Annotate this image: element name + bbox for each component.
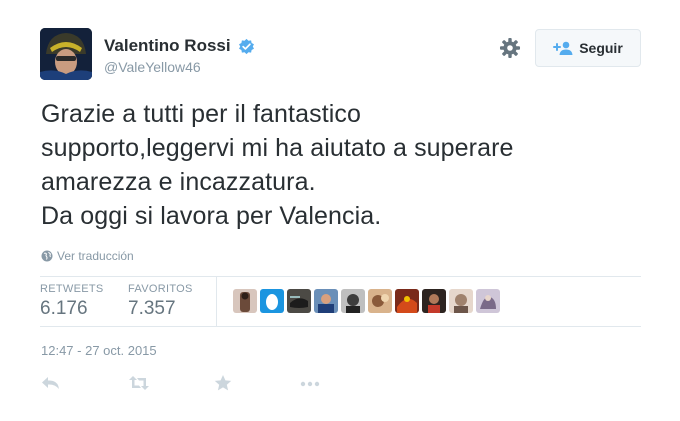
tweet-text-line: amarezza e incazzatura.	[41, 168, 316, 196]
tweet-text: Grazie a tutti per il fantastico support…	[41, 97, 661, 233]
favorite-button[interactable]	[212, 374, 234, 392]
favorites-label: FAVORITOS	[128, 283, 193, 295]
globe-icon	[41, 250, 53, 262]
favorites-stat[interactable]: FAVORITOS 7.357	[128, 283, 193, 320]
tweet-timestamp[interactable]: 12:47 - 27 oct. 2015	[41, 343, 157, 358]
tweet-text-line: Grazie a tutti per il fantastico	[41, 100, 362, 128]
avatar-image	[40, 28, 92, 80]
favoriter-avatar[interactable]	[287, 289, 311, 313]
user-name-block[interactable]: Valentino Rossi @ValeYellow46	[104, 36, 255, 75]
follow-button[interactable]: Seguir	[535, 29, 641, 67]
favoriter-avatar[interactable]	[233, 289, 257, 313]
stats-top-divider	[40, 276, 641, 277]
reply-button[interactable]	[40, 374, 62, 392]
translate-link[interactable]: Ver traducción	[41, 249, 134, 263]
favoriter-avatar[interactable]	[476, 289, 500, 313]
translate-label: Ver traducción	[57, 249, 134, 263]
verified-badge-icon	[239, 38, 255, 54]
follow-person-plus-icon	[553, 41, 573, 55]
more-dots-icon	[300, 381, 320, 387]
tweet-text-line: supporto,leggervi mi ha aiutato a supera…	[41, 134, 514, 162]
favoriter-avatar[interactable]	[314, 289, 338, 313]
display-name[interactable]: Valentino Rossi	[104, 36, 231, 56]
retweet-icon	[129, 376, 149, 390]
retweets-count: 6.176	[40, 298, 88, 319]
tweet-actions	[0, 374, 680, 394]
user-avatar[interactable]	[40, 28, 92, 80]
favoriter-avatar[interactable]	[395, 289, 419, 313]
favorited-by-avatars	[233, 289, 500, 313]
favoriter-avatar[interactable]	[341, 289, 365, 313]
stats-vertical-divider	[216, 277, 217, 326]
follow-button-label: Seguir	[579, 40, 623, 56]
favoriter-avatar[interactable]	[260, 289, 284, 313]
reply-icon	[42, 377, 59, 389]
stats-bottom-divider	[40, 326, 641, 327]
retweet-button[interactable]	[128, 374, 150, 392]
tweet-text-line: Da oggi si lavora per Valencia.	[41, 202, 382, 230]
user-handle[interactable]: @ValeYellow46	[104, 59, 255, 75]
favorites-count: 7.357	[128, 298, 176, 319]
star-icon	[214, 375, 232, 391]
favoriter-avatar[interactable]	[368, 289, 392, 313]
gear-icon	[500, 38, 520, 58]
favoriter-avatar[interactable]	[449, 289, 473, 313]
settings-gear-button[interactable]	[498, 36, 522, 60]
favoriter-avatar[interactable]	[422, 289, 446, 313]
retweets-stat[interactable]: RETWEETS 6.176	[40, 283, 104, 320]
more-button[interactable]	[299, 374, 321, 392]
retweets-label: RETWEETS	[40, 283, 104, 295]
